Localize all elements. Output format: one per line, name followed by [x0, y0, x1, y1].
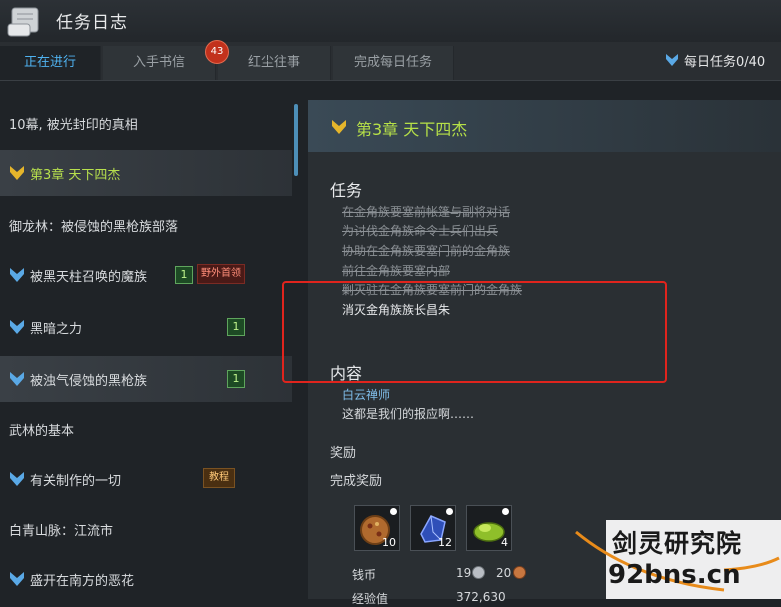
title-bar: 任务日志 — [0, 0, 781, 42]
silver-coin-icon — [472, 566, 485, 579]
watermark-url: 92bns.cn — [608, 560, 741, 590]
money-label: 钱币 — [352, 568, 377, 582]
tab-in-progress[interactable]: 正在进行 — [0, 46, 101, 80]
list-item[interactable]: 白青山脉：江流市 — [0, 506, 292, 552]
quest-label: 黑暗之力 — [30, 322, 83, 337]
level-badge: 1 — [227, 370, 245, 388]
list-item[interactable]: 御龙林：被侵蚀的黑枪族部落 — [0, 202, 292, 248]
list-item[interactable]: 黑暗之力 1 — [0, 304, 292, 350]
content-heading: 内容 — [330, 364, 363, 383]
reward-item-slot[interactable]: 12 — [410, 505, 456, 551]
quest-label: 被浊气侵蚀的黑枪族 — [30, 374, 148, 389]
tab-daily-completed[interactable]: 完成每日任务 — [333, 46, 454, 80]
level-badge: 1 — [227, 318, 245, 336]
item-count: 12 — [438, 536, 452, 549]
scroll-icon — [7, 7, 39, 37]
bound-indicator-icon — [446, 508, 453, 515]
quest-icon — [10, 268, 24, 282]
quest-list: 10幕, 被光封印的真相 第3章 天下四杰 御龙林：被侵蚀的黑枪族部落 被黑天柱… — [0, 82, 292, 599]
task-heading: 任务 — [330, 181, 363, 200]
item-count: 4 — [501, 536, 508, 549]
npc-name[interactable]: 白云禅师 — [342, 386, 390, 403]
reward-item-slot[interactable]: 4 — [466, 505, 512, 551]
quest-group-label: 白青山脉：江流市 — [9, 524, 114, 539]
watermark-title: 剑灵研究院 — [612, 529, 743, 558]
quest-icon — [10, 320, 24, 334]
quest-label: 被黑天柱召唤的魔族 — [30, 270, 148, 285]
exp-value: 372,630 — [456, 590, 506, 604]
letters-count-badge: 43 — [205, 40, 229, 64]
silver-amount: 19 — [456, 566, 472, 580]
item-count: 10 — [382, 536, 396, 549]
bound-indicator-icon — [502, 508, 509, 515]
reward-heading: 奖励 — [330, 446, 357, 461]
task-completed: 为讨伐金角族命令士兵们出兵 — [342, 224, 499, 238]
list-item-highlighted[interactable]: 被浊气侵蚀的黑枪族 1 — [0, 356, 292, 402]
list-item[interactable]: 被黑天柱召唤的魔族 1 野外首领 — [0, 252, 292, 298]
chapter-quest-icon — [10, 166, 24, 180]
tab-past-stories[interactable]: 红尘往事 — [218, 46, 331, 80]
copper-coin-icon — [513, 566, 526, 579]
list-item[interactable]: 有关制作的一切 教程 — [0, 456, 292, 502]
quest-icon — [10, 372, 24, 386]
quest-label: 有关制作的一切 — [30, 474, 122, 489]
complete-reward-heading: 完成奖励 — [330, 474, 383, 489]
daily-quest-icon — [666, 54, 678, 66]
quest-icon — [10, 572, 24, 586]
reward-item-slot[interactable]: 10 — [354, 505, 400, 551]
list-item[interactable]: 武林的基本 — [0, 406, 292, 452]
field-boss-tag: 野外首领 — [197, 264, 245, 284]
tutorial-tag: 教程 — [203, 468, 235, 488]
daily-quest-counter[interactable]: 每日任务0/40 — [684, 51, 765, 70]
quest-group-label: 10幕, 被光封印的真相 — [9, 118, 138, 133]
task-completed: 前往金角族要塞内部 — [342, 264, 451, 278]
npc-dialog: 这都是我们的报应啊…… — [342, 407, 475, 421]
quest-label: 盛开在南方的恶花 — [30, 574, 135, 589]
quest-icon — [10, 472, 24, 486]
chapter-title: 第3章 天下四杰 — [356, 120, 468, 139]
list-item[interactable]: 10幕, 被光封印的真相 — [0, 100, 292, 146]
task-completed: 协助在金角族要塞门前的金角族 — [342, 244, 511, 258]
chapter-quest-icon — [332, 120, 346, 134]
bound-indicator-icon — [390, 508, 397, 515]
level-badge: 1 — [175, 266, 193, 284]
window-title: 任务日志 — [56, 13, 128, 33]
list-item-selected[interactable]: 第3章 天下四杰 — [0, 150, 292, 196]
copper-amount: 20 — [496, 566, 512, 580]
quest-list-scrollbar[interactable] — [294, 104, 298, 176]
tab-letters[interactable]: 入手书信 — [103, 46, 216, 80]
quest-label: 第3章 天下四杰 — [30, 168, 121, 183]
task-completed: 在金角族要塞前帐篷与副将对话 — [342, 205, 511, 219]
quest-group-label: 武林的基本 — [9, 424, 75, 439]
quest-group-label: 御龙林：被侵蚀的黑枪族部落 — [9, 220, 179, 235]
list-item[interactable]: 盛开在南方的恶花 — [0, 556, 292, 602]
